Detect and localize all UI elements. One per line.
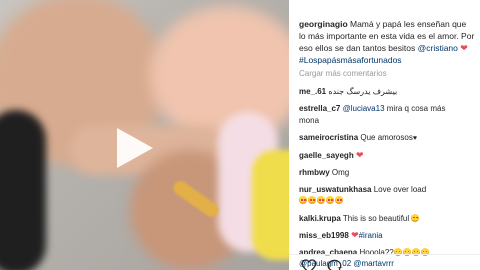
comment-hashtag[interactable]: #irania xyxy=(359,231,383,240)
comment: nur_uswatunkhasa Love over load xyxy=(299,184,475,207)
comment: sameirocristina Que amorosos♥ xyxy=(299,132,475,145)
heart-eyes-emoji-icon xyxy=(308,196,316,205)
comment: rhmbwy Omg xyxy=(299,167,475,179)
comment-username[interactable]: estrella_c7 xyxy=(299,104,340,113)
comment-username[interactable]: miss_eb1998 xyxy=(299,231,349,240)
comment-username[interactable]: me_.61 xyxy=(299,87,326,96)
comment-text-cont: mona xyxy=(299,115,320,125)
comment-text: This is so beautiful xyxy=(340,213,412,223)
load-more-comments[interactable]: Cargar más comentarios xyxy=(299,69,387,78)
heart-emoji-icon: ♥ xyxy=(412,134,417,142)
play-icon[interactable] xyxy=(115,128,155,168)
comment-username[interactable]: sameirocristina xyxy=(299,133,358,142)
instagram-post: georginagio Mamá y papá les enseñan que … xyxy=(0,0,480,270)
comment-text: Omg xyxy=(329,167,350,177)
heart-emoji-icon: ❤ xyxy=(355,149,364,160)
action-bar xyxy=(289,254,480,270)
comment-text: Love over load xyxy=(371,184,427,194)
shirt-shape xyxy=(0,110,46,270)
comment: gaelle_sayegh ❤ xyxy=(299,150,475,162)
caption-hashtag[interactable]: #Lospapásmásafortunados xyxy=(299,55,402,65)
heart-eyes-emoji-icon xyxy=(317,196,325,205)
caption-mention[interactable]: @cristiano xyxy=(418,43,458,53)
comment-username[interactable]: gaelle_sayegh xyxy=(299,151,354,160)
comment-mention[interactable]: @luciava13 xyxy=(343,104,385,113)
comment: me_.61 بيشرف يدرسگ جنده xyxy=(299,86,475,98)
comment-text: Que amorosos xyxy=(358,132,413,142)
comment-username[interactable]: rhmbwy xyxy=(299,168,330,177)
heart-eyes-emoji-icon xyxy=(326,196,334,205)
post-caption: georginagio Mamá y papá les enseñan que … xyxy=(299,18,475,66)
comment: miss_eb1998 ❤#irania xyxy=(299,230,475,242)
yellow-shirt-shape xyxy=(252,150,289,260)
heart-eyes-emoji-icon xyxy=(411,213,420,222)
heart-eyes-emoji-icon xyxy=(335,196,343,205)
comment-username[interactable]: nur_uswatunkhasa xyxy=(299,185,371,194)
heart-eyes-emoji-icon xyxy=(299,196,307,205)
comment-list: me_.61 بيشرف يدرسگ جنده estrella_c7 @luc… xyxy=(299,86,475,270)
comment-text: بيشرف يدرسگ جنده xyxy=(328,87,398,96)
comments-panel: georginagio Mamá y papá les enseñan que … xyxy=(289,0,480,270)
post-video[interactable] xyxy=(0,0,289,270)
heart-emoji-icon: ❤ xyxy=(351,229,359,240)
comment-username[interactable]: kalki.krupa xyxy=(299,214,341,223)
comment-text: mira q cosa más xyxy=(384,104,446,114)
comment-bubble-icon[interactable] xyxy=(327,259,342,270)
heart-emoji-icon: ❤ xyxy=(460,43,468,53)
caption-username[interactable]: georginagio xyxy=(299,19,348,29)
comment: estrella_c7 @luciava13 mira q cosa más m… xyxy=(299,103,475,126)
heart-outline-icon[interactable] xyxy=(301,259,317,270)
comment: kalki.krupa This is so beautiful xyxy=(299,213,475,225)
